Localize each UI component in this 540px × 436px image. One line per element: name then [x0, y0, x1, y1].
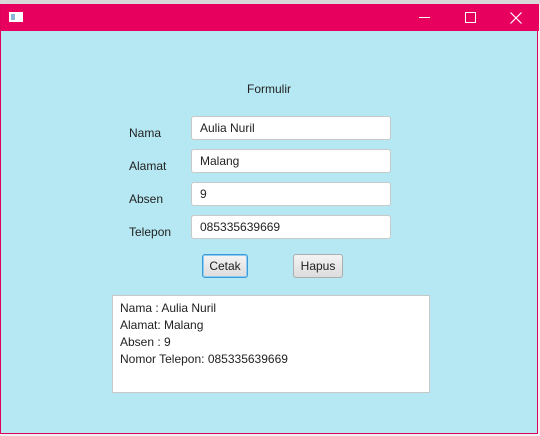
- name-label: Nama: [129, 126, 162, 140]
- form-panel: Formulir Nama Alamat Absen Telepon Cetak…: [1, 31, 537, 433]
- close-icon: [510, 11, 522, 24]
- minimize-icon: [418, 17, 430, 18]
- window-icon: [9, 12, 23, 22]
- attendance-label: Absen: [129, 192, 164, 206]
- address-label: Alamat: [129, 159, 167, 173]
- address-field[interactable]: [191, 149, 391, 173]
- output-textarea[interactable]: Nama : Aulia Nuril Alamat: Malang Absen …: [112, 295, 430, 393]
- close-button[interactable]: [493, 4, 539, 31]
- attendance-field[interactable]: [191, 182, 391, 206]
- phone-label: Telepon: [129, 225, 172, 239]
- maximize-icon: [464, 12, 476, 23]
- phone-field[interactable]: [191, 215, 391, 239]
- app-window: Formulir Nama Alamat Absen Telepon Cetak…: [0, 4, 539, 434]
- output-line: Nama : Aulia Nuril: [120, 301, 217, 315]
- output-line: Alamat: Malang: [120, 318, 204, 332]
- title-bar[interactable]: [1, 4, 539, 31]
- maximize-button[interactable]: [447, 4, 493, 31]
- print-button[interactable]: Cetak: [202, 254, 248, 278]
- form-title: Formulir: [247, 82, 291, 96]
- clear-button[interactable]: Hapus: [293, 254, 343, 278]
- minimize-button[interactable]: [401, 4, 447, 31]
- name-field[interactable]: [191, 116, 391, 140]
- output-line: Absen : 9: [120, 335, 171, 349]
- output-line: Nomor Telepon: 085335639669: [120, 352, 288, 366]
